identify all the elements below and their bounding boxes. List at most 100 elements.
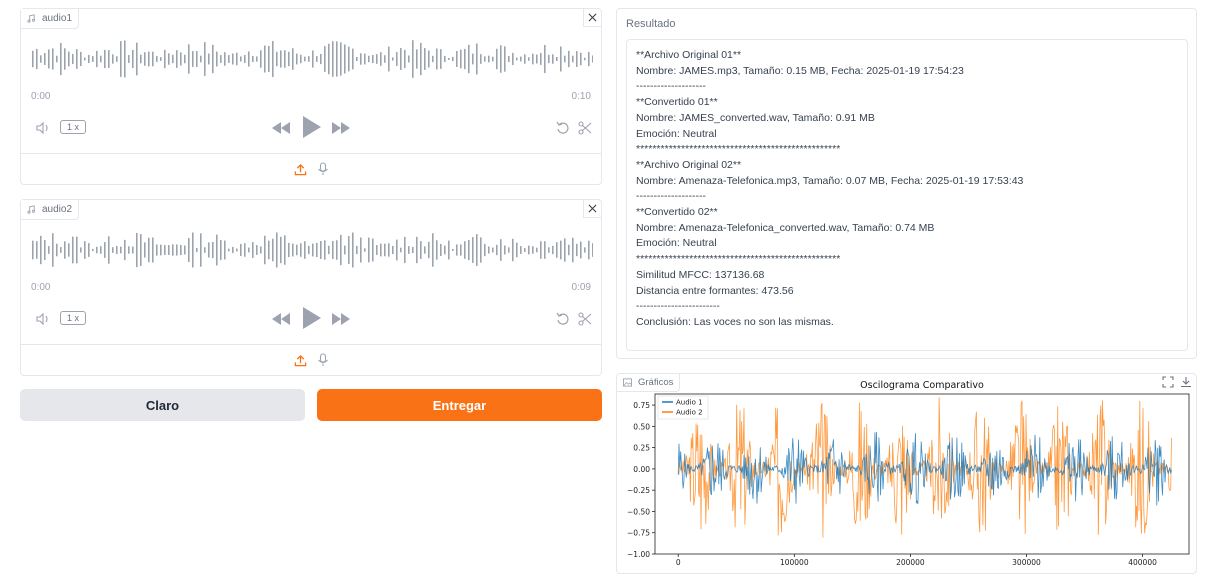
waveform-bar (300, 243, 302, 257)
waveform-bar (244, 54, 246, 64)
waveform-bar (100, 55, 102, 63)
waveform-bar (296, 53, 298, 65)
waveform-bar (60, 42, 62, 76)
waveform-bar (416, 49, 418, 69)
waveform-bar (264, 45, 266, 73)
trim-button[interactable] (576, 119, 594, 137)
microphone-icon[interactable] (317, 162, 329, 176)
result-textbox[interactable]: **Archivo Original 01** Nombre: JAMES.mp3… (626, 39, 1188, 351)
audio1-waveform[interactable] (31, 39, 593, 79)
waveform-bar (172, 54, 174, 64)
waveform-bar (84, 57, 86, 61)
waveform-bar (576, 243, 578, 257)
close-audio2-button[interactable] (583, 200, 601, 218)
waveform-bar (180, 244, 182, 256)
close-icon (588, 13, 597, 22)
waveform-bar (104, 49, 106, 69)
waveform-bar (496, 244, 498, 256)
waveform-bar (44, 53, 46, 65)
waveform-bar (88, 54, 90, 64)
waveform-bar (228, 248, 230, 252)
forward-button[interactable] (331, 310, 351, 328)
forward-button[interactable] (331, 119, 351, 137)
waveform-bar (284, 50, 286, 68)
waveform-bar (356, 56, 358, 62)
waveform-bar (248, 51, 250, 67)
volume-icon (36, 121, 48, 135)
waveform-bar (288, 51, 290, 67)
audio2-label: audio2 (42, 204, 73, 215)
result-line: Nombre: JAMES.mp3, Tamaño: 0.15 MB, Fech… (636, 64, 964, 77)
waveform-bar (72, 53, 74, 65)
waveform-bar (396, 52, 398, 66)
result-line: Nombre: JAMES_converted.wav, Tamaño: 0.9… (636, 111, 875, 124)
waveform-bar (176, 244, 178, 256)
waveform-bar (200, 233, 202, 267)
waveform-bar (232, 246, 234, 254)
music-note-icon (27, 14, 36, 23)
waveform-bar (392, 245, 394, 255)
waveform-bar (560, 46, 562, 72)
playback-speed-button[interactable]: 1 x (60, 120, 86, 134)
submit-button[interactable]: Entregar (317, 389, 602, 421)
trim-button[interactable] (576, 310, 594, 328)
waveform-bar (388, 243, 390, 257)
legend-label: Audio 2 (676, 409, 703, 417)
upload-icon[interactable] (294, 163, 307, 176)
waveform-bar (76, 49, 78, 69)
waveform-bar (568, 244, 570, 256)
waveform-bar (308, 56, 310, 62)
rewind-button[interactable] (271, 119, 291, 137)
volume-button[interactable] (34, 119, 52, 137)
waveform-bar (544, 241, 546, 259)
waveform-bar (484, 243, 486, 257)
waveform-bar (504, 245, 506, 255)
waveform-bar (140, 54, 142, 64)
y-tick-label: 0.00 (633, 465, 650, 474)
waveform-bar (136, 42, 138, 76)
waveform-bar (156, 56, 158, 62)
waveform-bar (208, 53, 210, 65)
waveform-bar (304, 241, 306, 259)
waveform-bar (436, 240, 438, 260)
waveform-bar (316, 56, 318, 62)
undo-button[interactable] (554, 310, 572, 328)
waveform-bar (84, 241, 86, 259)
audio2-waveform[interactable] (31, 230, 593, 270)
waveform-bar (468, 239, 470, 261)
play-button[interactable] (301, 115, 323, 139)
waveform-bar (448, 58, 450, 60)
waveform-bar (564, 55, 566, 63)
waveform-bar (500, 45, 502, 73)
waveform-bar (168, 245, 170, 255)
waveform-bar (384, 243, 386, 257)
playback-speed-button[interactable]: 1 x (60, 311, 86, 325)
waveform-bar (240, 243, 242, 257)
waveform-bar (208, 242, 210, 258)
x-tick-label: 300000 (1012, 558, 1041, 567)
waveform-bar (500, 239, 502, 261)
waveform-bar (184, 245, 186, 255)
waveform-bar (408, 55, 410, 63)
waveform-bar (276, 51, 278, 67)
rewind-button[interactable] (271, 310, 291, 328)
waveform-bar (40, 235, 42, 265)
waveform-bar (48, 246, 50, 254)
waveform-bar (348, 236, 350, 264)
waveform-bar (396, 239, 398, 261)
undo-button[interactable] (554, 119, 572, 137)
waveform-bar (124, 40, 126, 78)
waveform-bar (312, 243, 314, 257)
waveform-bar (168, 53, 170, 65)
microphone-icon[interactable] (317, 353, 329, 367)
close-audio1-button[interactable] (583, 9, 601, 27)
play-button[interactable] (301, 306, 323, 330)
upload-icon[interactable] (294, 354, 307, 367)
waveform-bar (108, 50, 110, 68)
clear-button[interactable]: Claro (20, 389, 305, 421)
x-tick-label: 0 (676, 558, 681, 567)
waveform-bar (204, 247, 206, 253)
waveform-bar (96, 246, 98, 254)
volume-button[interactable] (34, 310, 52, 328)
waveform-bar (292, 48, 294, 70)
